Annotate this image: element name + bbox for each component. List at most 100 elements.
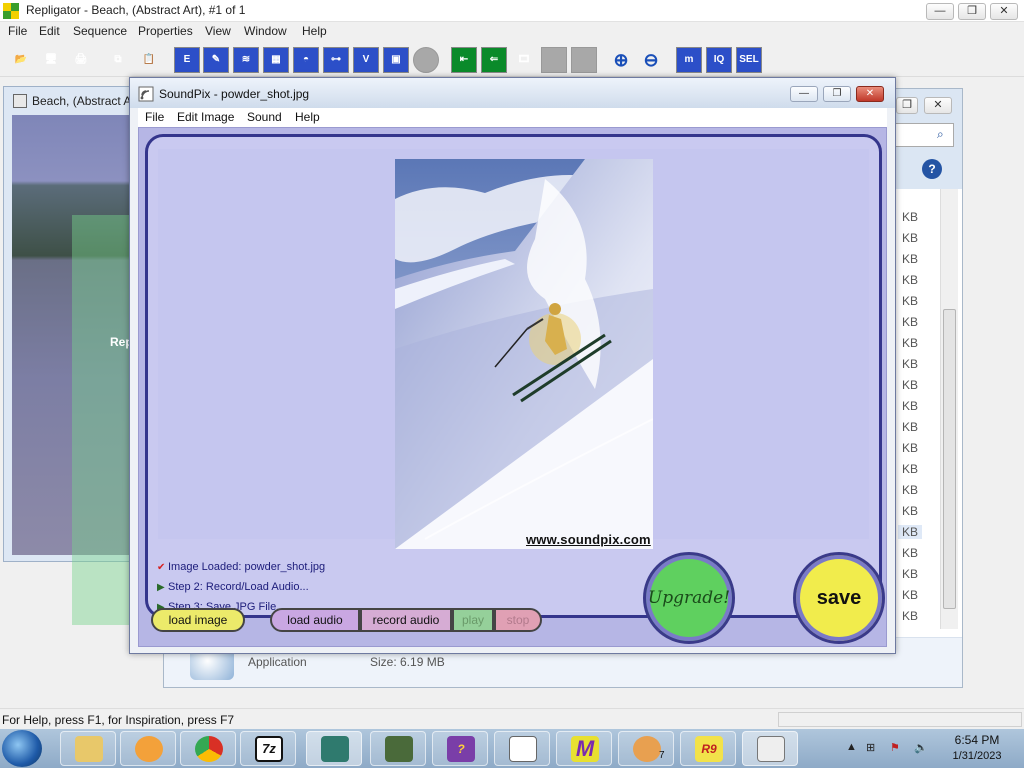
soundpix-menu-sound[interactable]: Sound <box>247 110 282 124</box>
soundpix-taskbar-icon <box>757 736 785 762</box>
close-button[interactable]: ✕ <box>990 3 1018 20</box>
zoom-out-icon[interactable]: ⊖ <box>638 47 664 73</box>
hd-monitor-icon[interactable]: 🖥 <box>38 47 64 73</box>
file-size: KB <box>902 483 919 497</box>
taskbar-repligator[interactable] <box>306 731 362 766</box>
scrollbar-thumb[interactable] <box>943 309 956 609</box>
taskbar-7zip[interactable]: 7z <box>240 731 296 766</box>
window-icon <box>13 94 27 108</box>
effect-v-icon[interactable]: V <box>353 47 379 73</box>
taskbar-paint-app[interactable]: 7 <box>618 731 674 766</box>
menu-bar: File Edit Sequence Properties View Windo… <box>0 22 1024 42</box>
taskbar-media-player[interactable] <box>120 731 176 766</box>
toolbar: 📂 🖥 🖨 ⧉ 📋 E ✎ ≋ ▦ ◓ ⊶ V ▣ ⇤ ⇐ 🎞 ⊕ ⊖ m IQ… <box>0 43 1024 77</box>
monitor-icon <box>385 736 413 762</box>
disabled-button-1[interactable] <box>541 47 567 73</box>
iq-button[interactable]: IQ <box>706 47 732 73</box>
print-icon[interactable]: 🖨 <box>68 47 94 73</box>
sel-button[interactable]: SEL <box>736 47 762 73</box>
menu-properties[interactable]: Properties <box>138 24 193 38</box>
check-icon: ✔ <box>157 562 166 573</box>
taskbar-app-monitor[interactable] <box>370 731 426 766</box>
tray-volume-icon[interactable]: 🔈 <box>914 741 928 754</box>
status-text: For Help, press F1, for Inspiration, pre… <box>2 713 235 727</box>
soundpix-window[interactable]: SoundPix - powder_shot.jpg — ❐ ✕ File Ed… <box>129 77 896 654</box>
play-button[interactable]: play <box>452 608 494 632</box>
horizon-icon[interactable]: ⊶ <box>323 47 349 73</box>
menu-window[interactable]: Window <box>244 24 287 38</box>
soundpix-frame: www.soundpix.com ✔ Image Loaded: powder_… <box>145 134 882 618</box>
stop-button[interactable]: stop <box>494 608 542 632</box>
paint-icon[interactable]: ✎ <box>203 47 229 73</box>
filmstrip-icon[interactable]: 🎞 <box>511 47 537 73</box>
clock-time[interactable]: 6:54 PM <box>942 733 1012 747</box>
soundpix-menu-file[interactable]: File <box>145 110 164 124</box>
image-canvas: www.soundpix.com <box>158 149 869 549</box>
beach-child-window[interactable]: Beach, (Abstract A Rep <box>3 86 134 625</box>
record-icon[interactable] <box>413 47 439 73</box>
file-size: KB <box>902 462 919 476</box>
previous-frame-icon[interactable]: ⇐ <box>481 47 507 73</box>
start-button[interactable] <box>2 730 42 767</box>
explorer-close-button[interactable]: ✕ <box>924 97 952 114</box>
status-panel <box>778 712 1022 727</box>
soundpix-menu-edit-image[interactable]: Edit Image <box>177 110 234 124</box>
filter-icon[interactable]: ▦ <box>263 47 289 73</box>
file-size: KB <box>902 567 919 581</box>
file-size: KB <box>902 252 919 266</box>
taskbar-r9-app[interactable]: R9 <box>680 731 736 766</box>
save-button[interactable]: save <box>793 552 885 644</box>
menu-sequence[interactable]: Sequence <box>73 24 127 38</box>
load-image-button[interactable]: load image <box>151 608 245 632</box>
menu-help[interactable]: Help <box>302 24 327 38</box>
gift-icon[interactable]: ▣ <box>383 47 409 73</box>
tray-network-icon[interactable]: ⊞ <box>866 741 875 754</box>
wave-icon[interactable]: ≋ <box>233 47 259 73</box>
explorer-maximize-button[interactable]: ❐ <box>896 97 918 114</box>
menu-edit[interactable]: Edit <box>39 24 60 38</box>
taskbar-soundpix[interactable] <box>742 731 798 766</box>
disabled-button-2[interactable] <box>571 47 597 73</box>
soundpix-maximize-button[interactable]: ❐ <box>823 86 851 102</box>
soundpix-minimize-button[interactable]: — <box>790 86 818 102</box>
taskbar-chrome[interactable] <box>180 731 236 766</box>
open-folder-icon[interactable]: 📂 <box>8 47 34 73</box>
landscape-icon[interactable]: ◓ <box>293 47 319 73</box>
menu-file[interactable]: File <box>8 24 27 38</box>
file-size: KB <box>902 546 919 560</box>
chrome-icon <box>195 736 223 762</box>
soundpix-menu-help[interactable]: Help <box>295 110 320 124</box>
copy-icon[interactable]: ⧉ <box>105 47 131 73</box>
taskbar-explorer[interactable] <box>60 731 116 766</box>
maximize-button[interactable]: ❐ <box>958 3 986 20</box>
file-size: KB <box>902 336 919 350</box>
abstract-overlay <box>72 215 130 625</box>
minimize-button[interactable]: — <box>926 3 954 20</box>
file-size: KB <box>902 273 919 287</box>
search-icon: ⌕ <box>937 127 944 141</box>
taskbar-m-app[interactable]: M <box>556 731 612 766</box>
file-size: KB <box>902 609 919 623</box>
paste-icon[interactable]: 📋 <box>136 47 162 73</box>
taskbar-help-book[interactable]: ? <box>432 731 488 766</box>
m-button[interactable]: m <box>676 47 702 73</box>
soundpix-titlebar[interactable]: SoundPix - powder_shot.jpg — ❐ ✕ <box>130 78 895 108</box>
clock-date[interactable]: 1/31/2023 <box>942 750 1012 762</box>
record-audio-button[interactable]: record audio <box>360 608 452 632</box>
soundpix-close-button[interactable]: ✕ <box>856 86 884 102</box>
upgrade-button[interactable]: Upgrade! <box>643 552 735 644</box>
help-icon[interactable]: ? <box>922 159 942 179</box>
effect-e-icon[interactable]: E <box>174 47 200 73</box>
first-frame-icon[interactable]: ⇤ <box>451 47 477 73</box>
file-size-selected: KB <box>898 525 923 539</box>
load-audio-button[interactable]: load audio <box>270 608 360 632</box>
tray-expand-icon[interactable]: ▲ <box>846 741 857 753</box>
repligator-icon <box>321 736 349 762</box>
repligator-logo-icon <box>3 3 19 19</box>
menu-view[interactable]: View <box>205 24 231 38</box>
taskbar-list-app[interactable] <box>494 731 550 766</box>
tray-flag-icon[interactable]: ⚑ <box>890 741 900 754</box>
taskbar: 7z ? M 7 R9 ▲ ⊞ ⚑ 🔈 6:54 PM 1/31/2023 <box>0 729 1024 768</box>
zoom-in-icon[interactable]: ⊕ <box>608 47 634 73</box>
file-size: KB <box>902 210 919 224</box>
